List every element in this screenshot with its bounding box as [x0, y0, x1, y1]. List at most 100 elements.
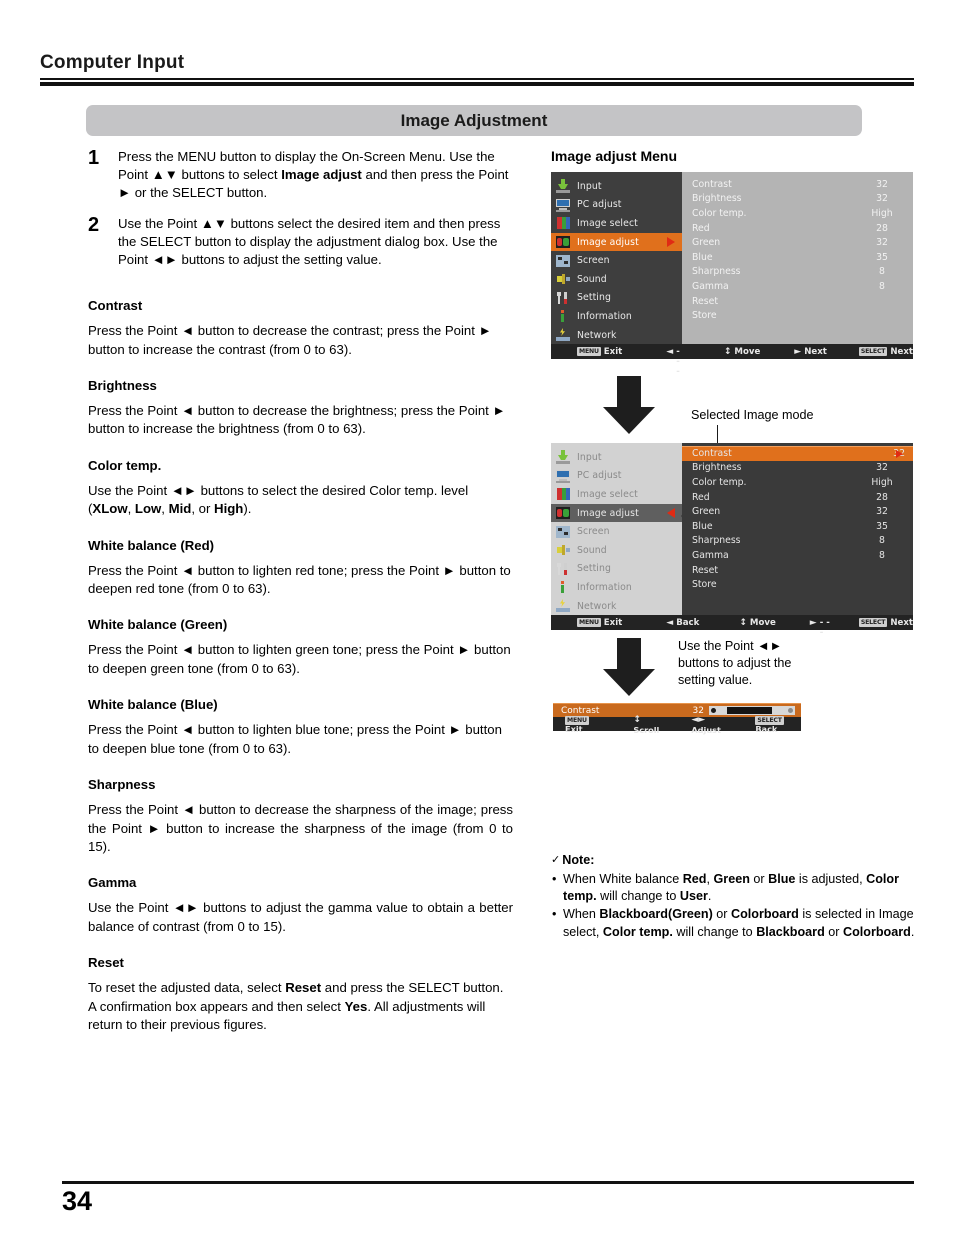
footer-next[interactable]: ► Next	[794, 347, 827, 357]
sidebar-item-label: Input	[577, 180, 602, 192]
note-heading-label: Note:	[562, 853, 595, 867]
footer-move[interactable]: ↕ Move	[724, 347, 760, 357]
menu-row-green[interactable]: Green 32	[682, 235, 913, 250]
footer-move[interactable]: ↕ Move	[739, 618, 775, 628]
menu-row-red[interactable]: Red 28	[682, 490, 913, 505]
sidebar-item-label: Screen	[577, 255, 610, 267]
menu-item-label: Reset	[692, 564, 718, 576]
footer-exit[interactable]: MENU Exit	[565, 714, 603, 734]
menu-item-label: Store	[692, 310, 717, 322]
menu-row-store[interactable]: Store	[682, 308, 913, 323]
sidebar-item-image-adjust[interactable]: Image adjust	[551, 503, 682, 523]
menu-item-label: Brightness	[692, 193, 742, 205]
menu-row-brightness[interactable]: Brightness 32	[682, 461, 913, 476]
footer-label: Scroll	[633, 724, 660, 735]
sidebar-item-screen[interactable]: Screen	[551, 251, 682, 270]
image-select-icon	[555, 216, 572, 230]
step-1: 1 Press the MENU button to display the O…	[88, 148, 513, 203]
menu-row-sharpness[interactable]: Sharpness 8	[682, 534, 913, 549]
sidebar-item-information[interactable]: Information	[551, 578, 682, 597]
sidebar-item-sound[interactable]: Sound	[551, 541, 682, 560]
menu-row-reset[interactable]: Reset	[682, 294, 913, 309]
section-heading: Brightness	[88, 378, 157, 394]
menu-item-value: 8	[879, 535, 885, 547]
menu-key-badge: MENU	[577, 618, 601, 627]
osd-sidebar: Input PC adjust Image select Image adjus…	[551, 443, 682, 615]
chevron-left-icon: ◄	[666, 346, 674, 357]
footer-label: Move	[734, 346, 761, 357]
footer-exit[interactable]: MENU Exit	[577, 347, 622, 357]
menu-row-store[interactable]: Store	[682, 577, 913, 592]
footer-exit[interactable]: MENU Exit	[577, 618, 622, 628]
section-heading: Gamma	[88, 875, 137, 891]
footer-label: Next	[804, 346, 827, 357]
menu-row-gamma[interactable]: Gamma 8	[682, 548, 913, 563]
note-heading: ✓ Note:	[551, 853, 921, 867]
up-down-arrow-icon: ↕	[739, 617, 747, 628]
menu-row-reset[interactable]: Reset	[682, 563, 913, 578]
slider-right-knob[interactable]	[788, 708, 793, 713]
footer-select-back[interactable]: SELECT Back	[755, 714, 801, 734]
sidebar-item-image-select[interactable]: Image select	[551, 485, 682, 504]
footer-select-next[interactable]: SELECT Next	[858, 617, 913, 628]
menu-item-value: 8	[879, 266, 885, 278]
menu-item-label: Contrast	[692, 178, 732, 190]
menu-row-blue[interactable]: Blue 35	[682, 519, 913, 534]
sidebar-item-setting[interactable]: Setting	[551, 289, 682, 308]
osd-menu-panel: Contrast 32 Brightness 32 Color temp. Hi…	[681, 443, 913, 615]
section-body: Press the Point ◄ button to lighten blue…	[88, 722, 502, 756]
slider-left-knob[interactable]	[711, 708, 716, 713]
sidebar-item-pc-adjust[interactable]: PC adjust	[551, 196, 682, 215]
sidebar-item-network[interactable]: Network	[551, 326, 682, 345]
step-number: 2	[88, 213, 100, 236]
footer-scroll[interactable]: ↕ Scroll	[633, 714, 665, 735]
sidebar-item-image-select[interactable]: Image select	[551, 214, 682, 233]
osd-footer-bar-2: MENU Exit ◄ Back ↕ Move ► - - - - - SELE…	[551, 608, 913, 638]
callout-use-point-buttons: Use the Point ◄► buttons to adjust the s…	[678, 639, 792, 687]
menu-item-value: 35	[876, 520, 888, 532]
menu-row-green[interactable]: Green 32	[682, 504, 913, 519]
step-number: 1	[88, 147, 100, 169]
section-gamma: Gamma Use the Point ◄► buttons to adjust…	[88, 875, 513, 936]
section-body: Press the Point ◄ button to lighten red …	[88, 562, 511, 597]
sidebar-item-pc-adjust[interactable]: PC adjust	[551, 467, 682, 486]
sidebar-item-input[interactable]: Input	[551, 177, 682, 196]
footer-select-next[interactable]: SELECT Next	[858, 347, 913, 357]
chevron-right-icon: ►	[794, 346, 802, 357]
section-body: To reset the adjusted data, select Reset…	[88, 980, 504, 1032]
menu-row-red[interactable]: Red 28	[682, 221, 913, 236]
osd-sidebar: Input PC adjust Image select Image adjus…	[551, 172, 682, 344]
menu-row-gamma[interactable]: Gamma 8	[682, 279, 913, 294]
osd-adjust-dialog: Contrast 32 MENU Exit ↕ Scroll ◄► Adjust…	[553, 703, 801, 735]
sidebar-item-sound[interactable]: Sound	[551, 270, 682, 289]
sidebar-item-label: Image select	[577, 488, 638, 500]
step-text: Press the MENU button to display the On-…	[118, 149, 509, 201]
sidebar-item-network[interactable]: Network	[551, 597, 682, 616]
menu-item-label: Contrast	[692, 448, 732, 460]
sidebar-item-label: Setting	[577, 563, 611, 575]
sidebar-item-setting[interactable]: Setting	[551, 560, 682, 579]
sidebar-item-label: Image adjust	[577, 507, 639, 519]
menu-item-label: Color temp.	[692, 207, 747, 219]
menu-row-contrast[interactable]: Contrast 32	[682, 177, 913, 192]
menu-row-brightness[interactable]: Brightness 32	[682, 192, 913, 207]
image-adjust-icon	[555, 235, 572, 249]
sidebar-item-information[interactable]: Information	[551, 307, 682, 326]
sidebar-item-image-adjust[interactable]: Image adjust	[551, 232, 682, 252]
footer-adjust[interactable]: ◄► Adjust	[691, 714, 731, 735]
sidebar-item-label: Screen	[577, 526, 610, 538]
menu-item-label: Red	[692, 491, 710, 503]
menu-row-sharpness[interactable]: Sharpness 8	[682, 265, 913, 280]
menu-row-color-temp[interactable]: Color temp. High	[682, 206, 913, 221]
menu-row-blue[interactable]: Blue 35	[682, 250, 913, 265]
menu-row-contrast[interactable]: Contrast 32	[682, 446, 913, 461]
sidebar-item-input[interactable]: Input	[551, 448, 682, 467]
adjust-slider[interactable]	[709, 706, 795, 715]
section-body: Press the Point ◄ button to lighten gree…	[88, 642, 511, 676]
step-2: 2 Use the Point ▲▼ buttons select the de…	[88, 215, 513, 270]
footer-back[interactable]: ◄ Back	[666, 618, 699, 628]
sidebar-item-screen[interactable]: Screen	[551, 522, 682, 541]
footer-label: Next	[890, 617, 913, 628]
menu-item-value: 32	[876, 462, 888, 474]
menu-row-color-temp[interactable]: Color temp. High	[682, 475, 913, 490]
